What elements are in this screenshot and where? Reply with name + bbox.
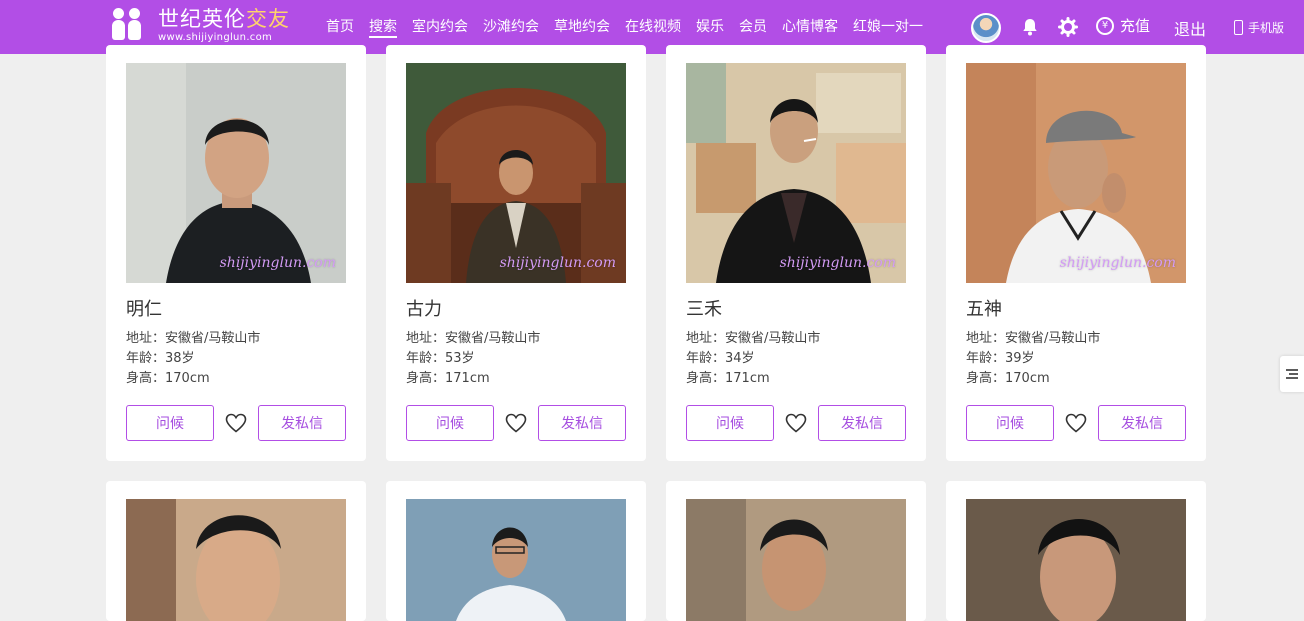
heart-icon[interactable] xyxy=(504,411,528,435)
profile-age: 年龄：34岁 xyxy=(686,351,755,366)
profile-name[interactable]: 古力 xyxy=(406,295,442,321)
message-button[interactable]: 发私信 xyxy=(1098,405,1186,441)
profile-card xyxy=(946,481,1206,621)
side-menu-toggle[interactable] xyxy=(1280,356,1304,392)
mobile-version-link[interactable]: 手机版 xyxy=(1234,19,1284,36)
profile-address: 地址：安徽省/马鞍山市 xyxy=(126,331,261,346)
phone-icon xyxy=(1234,20,1243,35)
logo-title-highlight: 交友 xyxy=(246,7,290,31)
message-button[interactable]: 发私信 xyxy=(818,405,906,441)
recharge-button[interactable]: ¥ 充值 xyxy=(1096,15,1150,36)
photo-watermark: shijiyinglun.com xyxy=(1059,255,1176,271)
profile-address: 地址：安徽省/马鞍山市 xyxy=(686,331,821,346)
message-button[interactable]: 发私信 xyxy=(258,405,346,441)
profile-height: 身高：170cm xyxy=(126,371,210,386)
greet-button[interactable]: 问候 xyxy=(406,405,494,441)
list-menu-icon xyxy=(1286,369,1298,379)
profile-photo[interactable] xyxy=(686,499,906,621)
photo-watermark: shijiyinglun.com xyxy=(499,255,616,271)
profile-name[interactable]: 明仁 xyxy=(126,295,162,321)
profile-address: 地址：安徽省/马鞍山市 xyxy=(406,331,541,346)
heart-icon[interactable] xyxy=(784,411,808,435)
nav-membership[interactable]: 会员 xyxy=(739,16,767,38)
profile-photo[interactable]: shijiyinglun.com xyxy=(686,63,906,283)
profile-card: shijiyinglun.com 明仁 地址：安徽省/马鞍山市 年龄：38岁 身… xyxy=(106,45,366,461)
user-avatar[interactable] xyxy=(971,13,1001,43)
greet-button[interactable]: 问候 xyxy=(966,405,1054,441)
photo-watermark: shijiyinglun.com xyxy=(219,255,336,271)
profile-photo[interactable] xyxy=(966,499,1186,621)
gear-icon[interactable] xyxy=(1058,17,1078,37)
profile-height: 身高：171cm xyxy=(686,371,770,386)
nav-entertainment[interactable]: 娱乐 xyxy=(696,16,724,38)
profile-age: 年龄：39岁 xyxy=(966,351,1035,366)
profile-photo[interactable]: shijiyinglun.com xyxy=(126,63,346,283)
nav-search[interactable]: 搜索 xyxy=(369,16,397,38)
profile-card xyxy=(386,481,646,621)
profile-age: 年龄：53岁 xyxy=(406,351,475,366)
profile-height: 身高：170cm xyxy=(966,371,1050,386)
nav-lawn-date[interactable]: 草地约会 xyxy=(554,16,610,38)
profile-age: 年龄：38岁 xyxy=(126,351,195,366)
nav-indoor-date[interactable]: 室内约会 xyxy=(412,16,468,38)
profile-card: shijiyinglun.com 五神 地址：安徽省/马鞍山市 年龄：39岁 身… xyxy=(946,45,1206,461)
site-logo[interactable]: 世纪英伦交友 www.shijiyinglun.com xyxy=(110,6,290,46)
greet-button[interactable]: 问候 xyxy=(686,405,774,441)
coin-icon: ¥ xyxy=(1096,16,1114,35)
recharge-label: 充值 xyxy=(1120,17,1151,35)
profile-photo[interactable] xyxy=(406,499,626,621)
profile-name[interactable]: 三禾 xyxy=(686,295,722,321)
profile-height: 身高：171cm xyxy=(406,371,490,386)
nav-matchmaker[interactable]: 红娘一对一 xyxy=(853,16,923,38)
nav-home[interactable]: 首页 xyxy=(326,16,354,38)
logo-title-main: 世纪英伦 xyxy=(158,7,246,31)
bell-icon[interactable] xyxy=(1020,17,1040,37)
profile-photo[interactable] xyxy=(126,499,346,621)
profile-card xyxy=(666,481,926,621)
photo-watermark: shijiyinglun.com xyxy=(779,255,896,271)
greet-button[interactable]: 问候 xyxy=(126,405,214,441)
logout-button[interactable]: 退出 xyxy=(1174,16,1206,40)
profile-address: 地址：安徽省/马鞍山市 xyxy=(966,331,1101,346)
profile-name[interactable]: 五神 xyxy=(966,295,1002,321)
heart-icon[interactable] xyxy=(1064,411,1088,435)
nav-mood-blog[interactable]: 心情博客 xyxy=(782,16,838,38)
logo-url: www.shijiyinglun.com xyxy=(158,32,273,43)
nav-online-video[interactable]: 在线视频 xyxy=(625,16,681,38)
couple-logo-icon xyxy=(110,6,144,46)
message-button[interactable]: 发私信 xyxy=(538,405,626,441)
profile-card: shijiyinglun.com 三禾 地址：安徽省/马鞍山市 年龄：34岁 身… xyxy=(666,45,926,461)
profile-card: shijiyinglun.com 古力 地址：安徽省/马鞍山市 年龄：53岁 身… xyxy=(386,45,646,461)
profile-card xyxy=(106,481,366,621)
profile-photo[interactable]: shijiyinglun.com xyxy=(406,63,626,283)
nav-beach-date[interactable]: 沙滩约会 xyxy=(483,16,539,38)
heart-icon[interactable] xyxy=(224,411,248,435)
mobile-label: 手机版 xyxy=(1248,21,1285,35)
profile-photo[interactable]: shijiyinglun.com xyxy=(966,63,1186,283)
